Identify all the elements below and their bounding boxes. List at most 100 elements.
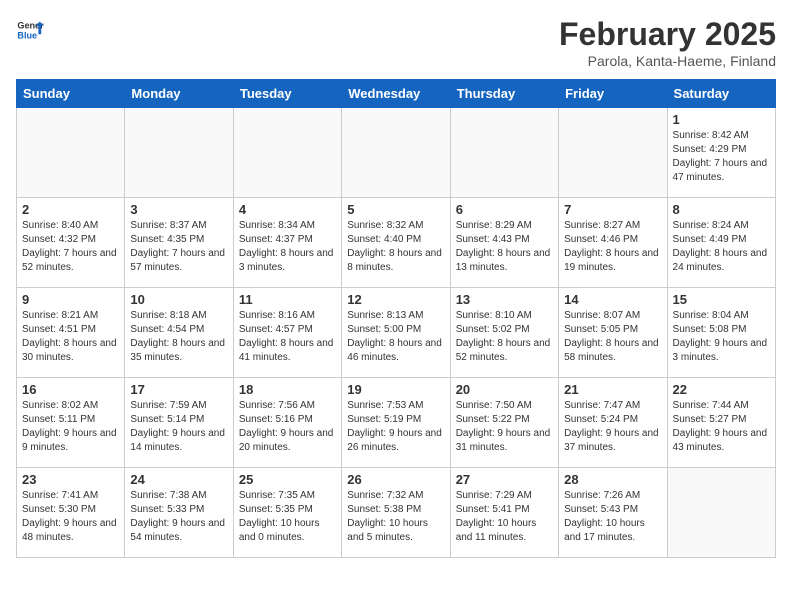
- calendar-cell: 12 Sunrise: 8:13 AM Sunset: 5:00 PM Dayli…: [342, 288, 450, 378]
- day-info: Sunrise: 7:29 AM Sunset: 5:41 PM Dayligh…: [456, 489, 553, 545]
- day-number: 24: [130, 472, 227, 487]
- day-number: 18: [239, 382, 336, 397]
- day-info: Sunrise: 8:13 AM Sunset: 5:00 PM Dayligh…: [347, 309, 444, 365]
- day-info: Sunrise: 8:27 AM Sunset: 4:46 PM Dayligh…: [564, 219, 661, 275]
- day-number: 3: [130, 202, 227, 217]
- calendar-header-wednesday: Wednesday: [342, 80, 450, 108]
- calendar-cell: 28 Sunrise: 7:26 AM Sunset: 5:43 PM Dayli…: [559, 468, 667, 558]
- day-number: 7: [564, 202, 661, 217]
- week-row-3: 16 Sunrise: 8:02 AM Sunset: 5:11 PM Dayli…: [17, 378, 776, 468]
- day-info: Sunrise: 8:04 AM Sunset: 5:08 PM Dayligh…: [673, 309, 770, 365]
- calendar-cell: 26 Sunrise: 7:32 AM Sunset: 5:38 PM Dayli…: [342, 468, 450, 558]
- day-number: 6: [456, 202, 553, 217]
- day-number: 25: [239, 472, 336, 487]
- calendar-header-saturday: Saturday: [667, 80, 775, 108]
- calendar-cell: [450, 108, 558, 198]
- calendar-header-sunday: Sunday: [17, 80, 125, 108]
- week-row-2: 9Sunrise: 8:21 AM Sunset: 4:51 PM Daylig…: [17, 288, 776, 378]
- day-info: Sunrise: 8:21 AM Sunset: 4:51 PM Dayligh…: [22, 309, 119, 365]
- calendar-header-friday: Friday: [559, 80, 667, 108]
- day-number: 15: [673, 292, 770, 307]
- day-info: Sunrise: 7:50 AM Sunset: 5:22 PM Dayligh…: [456, 399, 553, 455]
- day-info: Sunrise: 7:47 AM Sunset: 5:24 PM Dayligh…: [564, 399, 661, 455]
- calendar-cell: 21 Sunrise: 7:47 AM Sunset: 5:24 PM Dayli…: [559, 378, 667, 468]
- day-number: 1: [673, 112, 770, 127]
- day-info: Sunrise: 8:02 AM Sunset: 5:11 PM Dayligh…: [22, 399, 119, 455]
- calendar-cell: 2 Sunrise: 8:40 AM Sunset: 4:32 PM Daylig…: [17, 198, 125, 288]
- calendar-header-monday: Monday: [125, 80, 233, 108]
- calendar-cell: [342, 108, 450, 198]
- day-info: Sunrise: 7:44 AM Sunset: 5:27 PM Dayligh…: [673, 399, 770, 455]
- calendar-cell: 6 Sunrise: 8:29 AM Sunset: 4:43 PM Daylig…: [450, 198, 558, 288]
- day-info: Sunrise: 8:40 AM Sunset: 4:32 PM Dayligh…: [22, 219, 119, 275]
- calendar-cell: [17, 108, 125, 198]
- calendar-cell: 23 Sunrise: 7:41 AM Sunset: 5:30 PM Dayli…: [17, 468, 125, 558]
- calendar-cell: 13 Sunrise: 8:10 AM Sunset: 5:02 PM Dayli…: [450, 288, 558, 378]
- calendar-header-thursday: Thursday: [450, 80, 558, 108]
- calendar-cell: 15 Sunrise: 8:04 AM Sunset: 5:08 PM Dayli…: [667, 288, 775, 378]
- calendar-cell: 18 Sunrise: 7:56 AM Sunset: 5:16 PM Dayli…: [233, 378, 341, 468]
- calendar-cell: 16 Sunrise: 8:02 AM Sunset: 5:11 PM Dayli…: [17, 378, 125, 468]
- day-info: Sunrise: 8:10 AM Sunset: 5:02 PM Dayligh…: [456, 309, 553, 365]
- calendar-cell: 24 Sunrise: 7:38 AM Sunset: 5:33 PM Dayli…: [125, 468, 233, 558]
- calendar-cell: 4 Sunrise: 8:34 AM Sunset: 4:37 PM Daylig…: [233, 198, 341, 288]
- title-area: February 2025 Parola, Kanta-Haeme, Finla…: [559, 16, 776, 69]
- day-info: Sunrise: 8:24 AM Sunset: 4:49 PM Dayligh…: [673, 219, 770, 275]
- day-number: 4: [239, 202, 336, 217]
- day-info: Sunrise: 7:26 AM Sunset: 5:43 PM Dayligh…: [564, 489, 661, 545]
- day-number: 2: [22, 202, 119, 217]
- calendar-cell: [233, 108, 341, 198]
- day-info: Sunrise: 8:18 AM Sunset: 4:54 PM Dayligh…: [130, 309, 227, 365]
- week-row-4: 23 Sunrise: 7:41 AM Sunset: 5:30 PM Dayli…: [17, 468, 776, 558]
- calendar-table: SundayMondayTuesdayWednesdayThursdayFrid…: [16, 79, 776, 558]
- calendar-cell: 19Sunrise: 7:53 AM Sunset: 5:19 PM Dayli…: [342, 378, 450, 468]
- day-info: Sunrise: 7:35 AM Sunset: 5:35 PM Dayligh…: [239, 489, 336, 545]
- day-info: Sunrise: 7:32 AM Sunset: 5:38 PM Dayligh…: [347, 489, 444, 545]
- day-info: Sunrise: 7:41 AM Sunset: 5:30 PM Dayligh…: [22, 489, 119, 545]
- day-info: Sunrise: 7:59 AM Sunset: 5:14 PM Dayligh…: [130, 399, 227, 455]
- calendar-cell: [559, 108, 667, 198]
- calendar-cell: 8Sunrise: 8:24 AM Sunset: 4:49 PM Daylig…: [667, 198, 775, 288]
- calendar-cell: 9Sunrise: 8:21 AM Sunset: 4:51 PM Daylig…: [17, 288, 125, 378]
- day-info: Sunrise: 8:32 AM Sunset: 4:40 PM Dayligh…: [347, 219, 444, 275]
- day-number: 12: [347, 292, 444, 307]
- day-info: Sunrise: 7:56 AM Sunset: 5:16 PM Dayligh…: [239, 399, 336, 455]
- day-number: 13: [456, 292, 553, 307]
- week-row-1: 2 Sunrise: 8:40 AM Sunset: 4:32 PM Daylig…: [17, 198, 776, 288]
- day-number: 22: [673, 382, 770, 397]
- calendar-cell: 3Sunrise: 8:37 AM Sunset: 4:35 PM Daylig…: [125, 198, 233, 288]
- day-info: Sunrise: 8:16 AM Sunset: 4:57 PM Dayligh…: [239, 309, 336, 365]
- calendar-cell: 17Sunrise: 7:59 AM Sunset: 5:14 PM Dayli…: [125, 378, 233, 468]
- svg-text:Blue: Blue: [17, 30, 37, 40]
- day-number: 16: [22, 382, 119, 397]
- calendar-cell: 20 Sunrise: 7:50 AM Sunset: 5:22 PM Dayli…: [450, 378, 558, 468]
- calendar-cell: 25 Sunrise: 7:35 AM Sunset: 5:35 PM Dayli…: [233, 468, 341, 558]
- logo: General Blue: [16, 16, 48, 44]
- calendar-cell: 7 Sunrise: 8:27 AM Sunset: 4:46 PM Daylig…: [559, 198, 667, 288]
- day-number: 11: [239, 292, 336, 307]
- day-number: 21: [564, 382, 661, 397]
- day-info: Sunrise: 7:38 AM Sunset: 5:33 PM Dayligh…: [130, 489, 227, 545]
- week-row-0: 1Sunrise: 8:42 AM Sunset: 4:29 PM Daylig…: [17, 108, 776, 198]
- calendar-cell: 27Sunrise: 7:29 AM Sunset: 5:41 PM Dayli…: [450, 468, 558, 558]
- calendar-cell: [667, 468, 775, 558]
- calendar-cell: 5 Sunrise: 8:32 AM Sunset: 4:40 PM Daylig…: [342, 198, 450, 288]
- calendar-cell: 11 Sunrise: 8:16 AM Sunset: 4:57 PM Dayli…: [233, 288, 341, 378]
- calendar-cell: 22 Sunrise: 7:44 AM Sunset: 5:27 PM Dayli…: [667, 378, 775, 468]
- day-info: Sunrise: 8:29 AM Sunset: 4:43 PM Dayligh…: [456, 219, 553, 275]
- calendar-cell: [125, 108, 233, 198]
- calendar-cell: 14Sunrise: 8:07 AM Sunset: 5:05 PM Dayli…: [559, 288, 667, 378]
- day-number: 23: [22, 472, 119, 487]
- calendar-cell: 1Sunrise: 8:42 AM Sunset: 4:29 PM Daylig…: [667, 108, 775, 198]
- page-subtitle: Parola, Kanta-Haeme, Finland: [559, 53, 776, 69]
- calendar-header-tuesday: Tuesday: [233, 80, 341, 108]
- page-title: February 2025: [559, 16, 776, 53]
- day-number: 28: [564, 472, 661, 487]
- day-number: 26: [347, 472, 444, 487]
- day-info: Sunrise: 8:34 AM Sunset: 4:37 PM Dayligh…: [239, 219, 336, 275]
- day-number: 20: [456, 382, 553, 397]
- day-number: 19: [347, 382, 444, 397]
- header: General Blue February 2025 Parola, Kanta…: [16, 16, 776, 69]
- calendar-header-row: SundayMondayTuesdayWednesdayThursdayFrid…: [17, 80, 776, 108]
- day-number: 5: [347, 202, 444, 217]
